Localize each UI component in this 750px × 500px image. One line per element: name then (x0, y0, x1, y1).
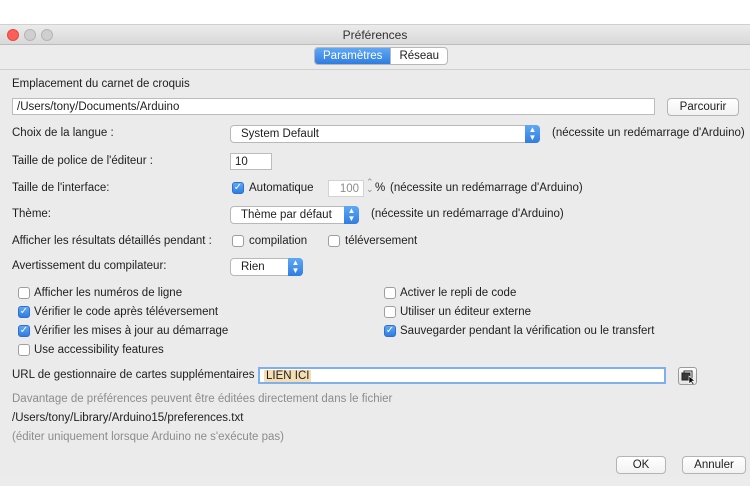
verify-after-upload-checkbox[interactable]: ✓ (18, 306, 30, 318)
auto-scale-checkbox[interactable]: ✓ (232, 182, 244, 194)
browse-button[interactable]: Parcourir (667, 98, 739, 116)
line-numbers-checkbox[interactable] (18, 287, 30, 299)
theme-note: (nécessite un redémarrage d'Arduino) (371, 208, 564, 220)
title-bar[interactable]: Préférences (0, 25, 750, 45)
stepper-icon[interactable]: ⌃ ⌄ (366, 178, 374, 194)
language-label: Choix de la langue : (12, 127, 114, 139)
verbose-compile-label: compilation (249, 235, 308, 247)
verbose-label: Afficher les résultats détaillés pendant… (12, 235, 212, 247)
sketchbook-label: Emplacement du carnet de croquis (12, 78, 190, 90)
theme-label: Thème: (12, 208, 51, 220)
updown-arrows-icon: ▲ ▼ (525, 125, 540, 143)
theme-value: Thème par défaut (241, 209, 332, 221)
save-on-verify-checkbox[interactable]: ✓ (384, 325, 396, 337)
warnings-select[interactable]: Rien ▲ ▼ (230, 258, 303, 276)
language-select[interactable]: System Default ▲ ▼ (230, 125, 540, 143)
tab-bar: Paramètres Réseau (314, 47, 449, 65)
updown-arrows-icon: ▲ ▼ (288, 258, 303, 276)
info-text: Davantage de préférences peuvent être éd… (12, 393, 393, 405)
verify-after-upload-label: Vérifier le code après téléversement (34, 306, 219, 318)
verbose-upload-label: téléversement (345, 235, 418, 247)
window-stack-icon (681, 370, 696, 386)
boards-url-value: LIEN ICI (264, 370, 312, 382)
sketchbook-path-field[interactable]: /Users/tony/Documents/Arduino (12, 98, 655, 115)
cancel-button[interactable]: Annuler (682, 456, 746, 474)
font-size-label: Taille de police de l'éditeur : (12, 155, 153, 167)
code-folding-label: Activer le repli de code (400, 287, 517, 299)
check-updates-checkbox[interactable]: ✓ (18, 325, 30, 337)
verbose-compile-checkbox[interactable] (232, 235, 244, 247)
code-folding-checkbox[interactable] (384, 287, 396, 299)
external-editor-label: Utiliser un éditeur externe (400, 306, 532, 318)
external-editor-checkbox[interactable] (384, 306, 396, 318)
warnings-label: Avertissement du compilateur: (12, 260, 167, 272)
verbose-upload-checkbox[interactable] (328, 235, 340, 247)
preferences-file-path: /Users/tony/Library/Arduino15/preference… (12, 412, 244, 424)
info-note: (éditer uniquement lorsque Arduino ne s'… (12, 431, 284, 443)
settings-panel: Emplacement du carnet de croquis /Users/… (0, 69, 750, 477)
interface-size-label: Taille de l'interface: (12, 182, 110, 194)
window-title: Préférences (342, 28, 408, 42)
open-url-list-button[interactable] (678, 367, 697, 386)
accessibility-label: Use accessibility features (34, 344, 164, 356)
font-size-field[interactable]: 10 (230, 153, 272, 170)
interface-scale-unit: % (375, 182, 386, 194)
auto-scale-label: Automatique (249, 182, 314, 194)
tab-parametres[interactable]: Paramètres (315, 48, 391, 64)
tab-reseau[interactable]: Réseau (390, 48, 447, 64)
boards-url-label: URL de gestionnaire de cartes supplément… (12, 369, 255, 381)
line-numbers-label: Afficher les numéros de ligne (34, 287, 183, 299)
theme-select[interactable]: Thème par défaut ▲ ▼ (230, 206, 359, 224)
interface-scale-field[interactable]: 100 (328, 180, 364, 197)
language-value: System Default (241, 128, 319, 140)
save-on-verify-label: Sauvegarder pendant la vérification ou l… (400, 325, 655, 337)
interface-size-note: (nécessite un redémarrage d'Arduino) (390, 182, 583, 194)
preferences-window: Préférences Paramètres Réseau Emplacemen… (0, 24, 750, 486)
warnings-value: Rien (241, 261, 265, 273)
accessibility-checkbox[interactable] (18, 344, 30, 356)
ok-button[interactable]: OK (616, 456, 666, 474)
boards-url-field[interactable]: LIEN ICI (258, 367, 666, 384)
check-updates-label: Vérifier les mises à jour au démarrage (34, 325, 229, 337)
updown-arrows-icon: ▲ ▼ (344, 206, 359, 224)
language-note: (nécessite un redémarrage d'Arduino) (552, 127, 745, 139)
